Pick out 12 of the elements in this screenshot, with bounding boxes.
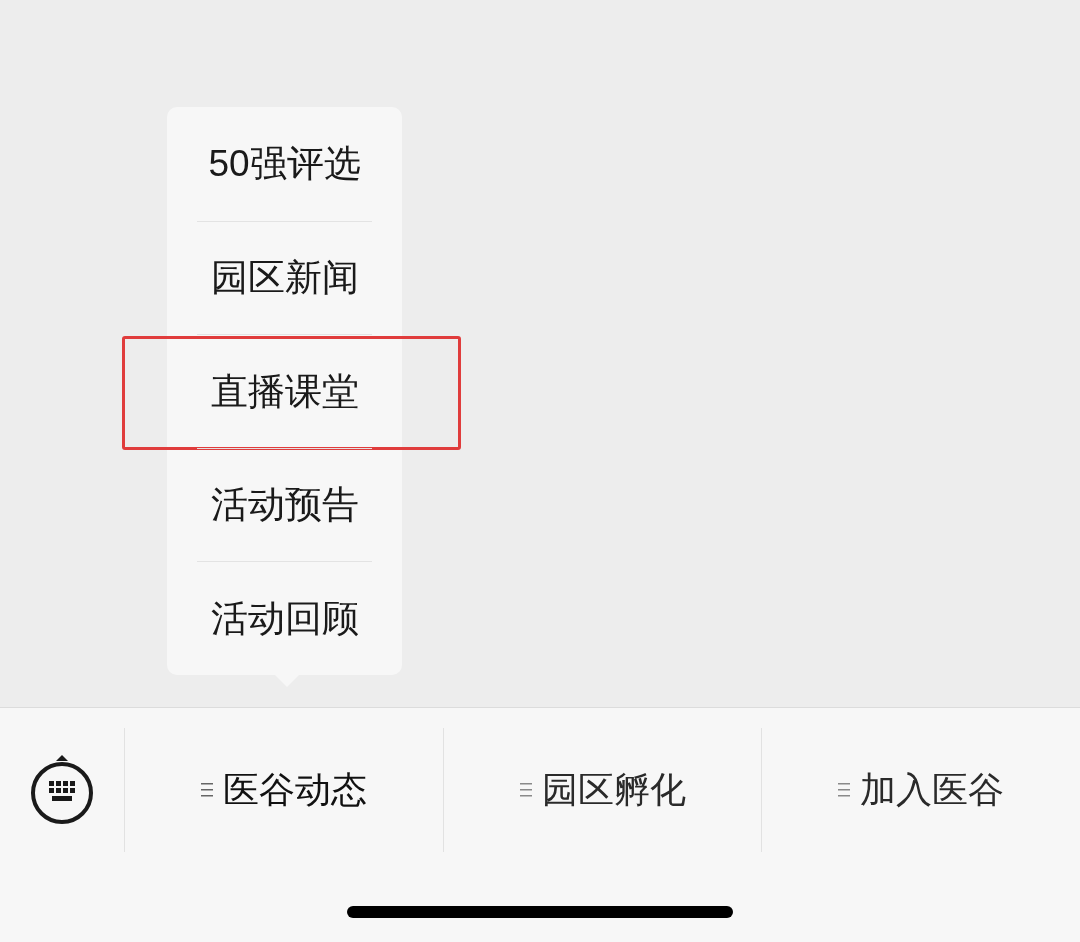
- menu-lines-icon: [519, 783, 532, 797]
- menu-item[interactable]: 直播课堂: [210, 363, 359, 420]
- menu-tab[interactable]: 园区孵化: [519, 763, 686, 817]
- menu-item[interactable]: 活动回顾: [210, 590, 359, 647]
- menu-item[interactable]: 园区新闻: [210, 250, 359, 306]
- keyboard-icon[interactable]: [30, 754, 94, 826]
- menu-item[interactable]: 50强评选: [208, 136, 361, 192]
- menu-tab[interactable]: 医谷动态: [200, 763, 367, 817]
- menu-lines-icon: [838, 783, 851, 797]
- menu-tab[interactable]: 加入医谷: [838, 763, 1005, 817]
- menu-lines-icon: [200, 783, 213, 797]
- menu-item[interactable]: 活动预告: [210, 477, 359, 533]
